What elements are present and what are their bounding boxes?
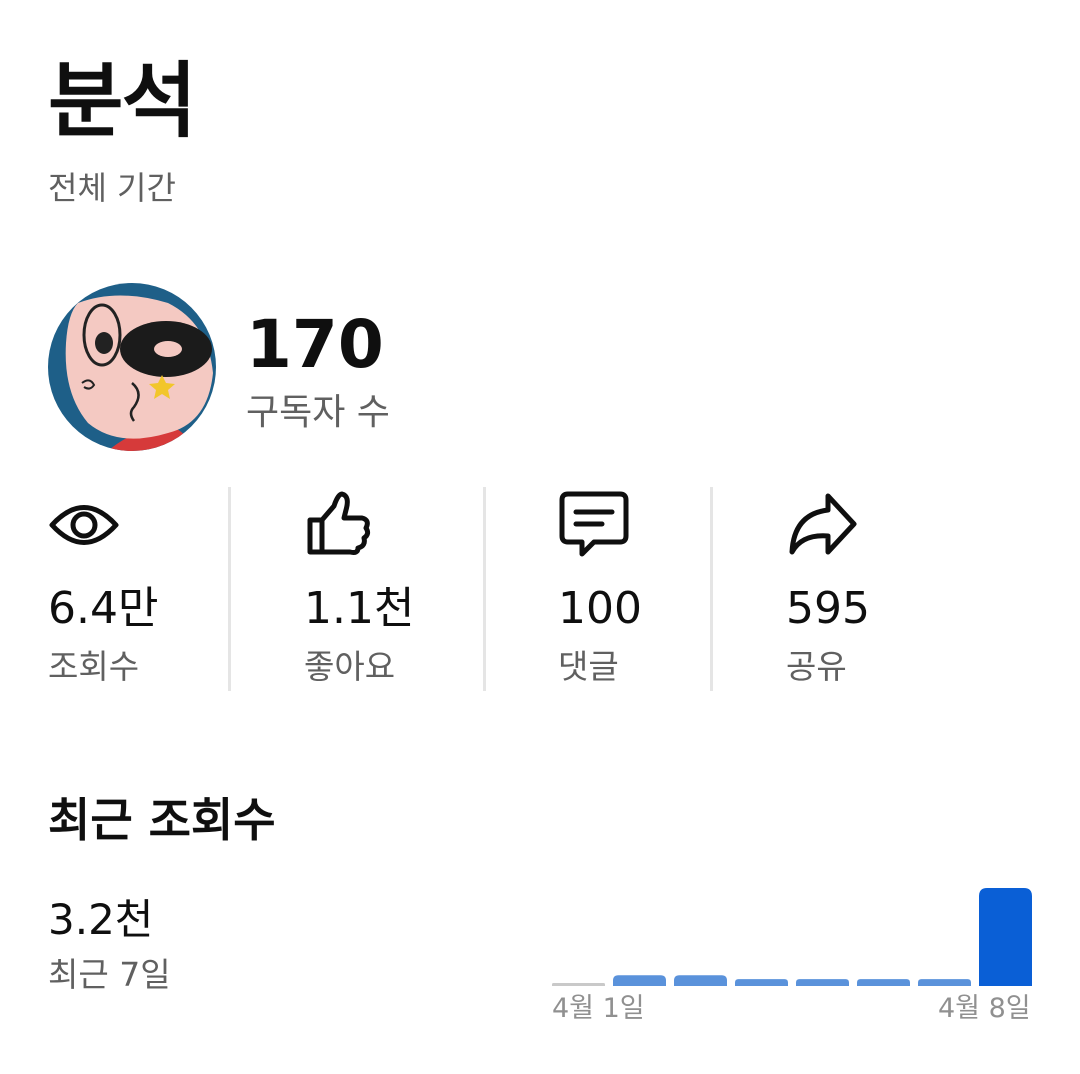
chart-bar[interactable] [796,979,849,986]
thumbs-up-icon [304,488,376,560]
views-value: 6.4만 [48,583,159,634]
chart-bar[interactable] [918,979,971,986]
subscriber-count: 170 [246,306,384,383]
views-label: 조회수 [48,647,140,686]
stat-divider [710,487,713,691]
eye-icon [48,488,120,560]
stat-shares[interactable]: 595 공유 [786,486,936,692]
share-icon [786,488,858,560]
chart-bar[interactable] [735,979,788,986]
x-tick-label: 4월 8일 [938,993,1031,1024]
shares-value: 595 [786,583,870,634]
chart-bar[interactable] [674,975,727,986]
stat-divider [483,487,486,691]
chart-bar[interactable] [613,975,666,986]
chart-bar[interactable] [857,979,910,986]
likes-value: 1.1천 [304,583,415,634]
chart-bar[interactable] [979,888,1032,986]
subscriber-label: 구독자 수 [246,392,390,433]
x-tick-label: 4월 1일 [552,993,645,1024]
period-label[interactable]: 전체 기간 [48,168,176,208]
likes-label: 좋아요 [304,647,396,686]
recent-views-value: 3.2천 [48,895,154,944]
chart-bar[interactable] [552,983,605,986]
page-title: 분석 [48,54,197,149]
stat-comments[interactable]: 100 댓글 [558,486,708,692]
stat-divider [228,487,231,691]
comments-label: 댓글 [558,647,619,686]
recent-views-title: 최근 조회수 [48,793,276,847]
comments-value: 100 [558,583,642,634]
shares-label: 공유 [786,647,847,686]
stat-views[interactable]: 6.4만 조회수 [48,486,218,692]
channel-avatar[interactable] [48,283,216,451]
stat-likes[interactable]: 1.1천 좋아요 [304,486,474,692]
recent-views-chart[interactable] [552,880,1032,988]
recent-views-period: 최근 7일 [48,955,171,994]
comment-icon [558,488,630,560]
avatar-image [48,283,216,451]
